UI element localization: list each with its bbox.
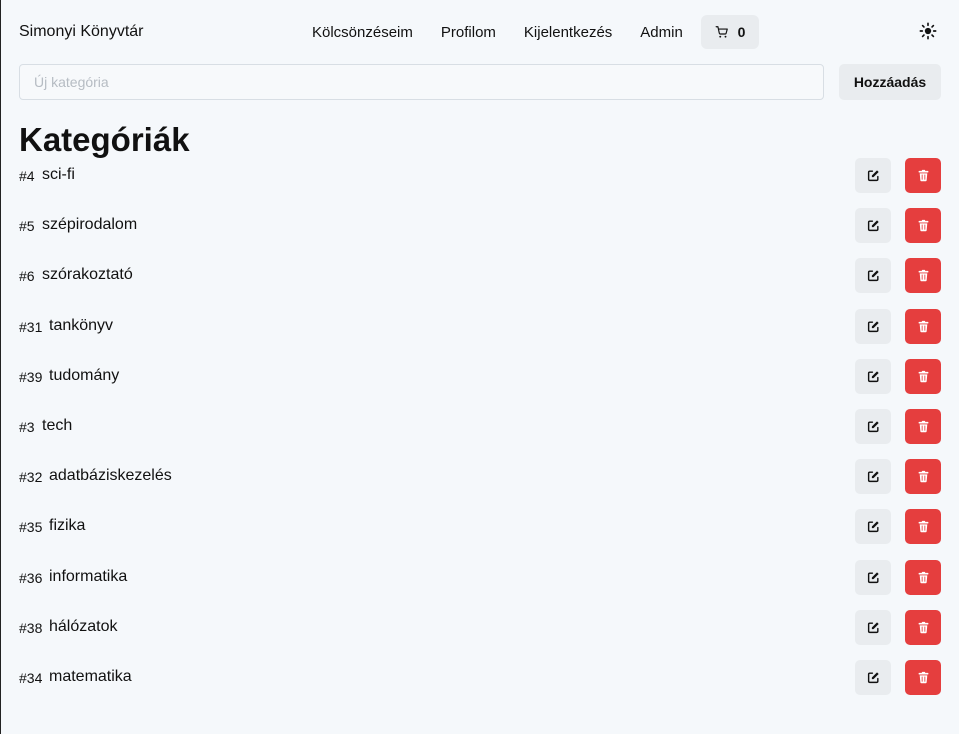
edit-icon [867, 471, 879, 483]
edit-category-button[interactable] [855, 609, 891, 645]
edit-category-button[interactable] [855, 308, 891, 344]
delete-category-button[interactable] [905, 459, 941, 495]
category-id: #35 [19, 519, 43, 536]
category-id: #5 [19, 218, 35, 235]
category-row: #5 szépirodalom [19, 208, 941, 244]
add-category-form: Hozzáadás [19, 64, 941, 100]
category-id: #39 [19, 368, 43, 385]
trash-icon [918, 571, 928, 583]
edit-icon [867, 220, 879, 232]
category-row: #32 adatbáziskezelés [19, 459, 941, 495]
delete-category-button[interactable] [905, 509, 941, 545]
edit-icon [867, 571, 879, 583]
category-name: informatika [49, 567, 128, 585]
trash-icon [918, 621, 928, 633]
nav-link-loans[interactable]: Kölcsönzéseim [312, 24, 413, 41]
trash-icon [918, 420, 928, 433]
edit-category-button[interactable] [855, 659, 891, 695]
main-navigation: Kölcsönzéseim Profilom Kijelentkezés Adm… [312, 0, 759, 64]
delete-category-button[interactable] [905, 609, 941, 645]
delete-category-button[interactable] [905, 258, 941, 294]
cart-count: 0 [737, 24, 746, 40]
category-row: #6 szórakoztató [19, 258, 941, 294]
shopping-cart-icon [715, 26, 728, 38]
category-row: #34 matematika [19, 659, 941, 696]
category-id: #6 [19, 268, 35, 285]
category-name: hálózatok [49, 617, 118, 635]
nav-link-profile[interactable]: Profilom [441, 24, 496, 41]
edit-icon [867, 371, 879, 382]
category-name: szórakoztató [42, 266, 133, 284]
trash-icon [918, 671, 928, 684]
category-id: #34 [19, 669, 43, 686]
delete-category-button[interactable] [905, 358, 941, 394]
delete-category-button[interactable] [905, 559, 941, 595]
category-name: sci-fi [42, 166, 75, 183]
category-name: tech [42, 416, 73, 434]
edit-icon [867, 270, 879, 282]
delete-category-button[interactable] [905, 158, 941, 193]
category-id: #3 [19, 418, 35, 435]
edit-category-button[interactable] [855, 258, 891, 294]
nav-link-admin[interactable]: Admin [640, 24, 683, 41]
category-row: #38 hálózatok [19, 609, 941, 646]
edit-category-button[interactable] [855, 158, 891, 193]
trash-icon [918, 521, 928, 533]
category-row: #36 informatika [19, 559, 941, 596]
category-id: #31 [19, 318, 43, 335]
edit-category-button[interactable] [855, 358, 891, 394]
edit-category-button[interactable] [855, 459, 891, 495]
edit-category-button[interactable] [855, 559, 891, 595]
trash-icon [918, 370, 928, 382]
add-category-button[interactable]: Hozzáadás [839, 64, 941, 100]
category-id: #38 [19, 619, 43, 636]
category-name: szépirodalom [42, 216, 138, 234]
edit-icon [867, 421, 879, 433]
nav-link-logout[interactable]: Kijelentkezés [524, 24, 612, 41]
category-name: adatbáziskezelés [49, 467, 172, 485]
edit-category-button[interactable] [855, 408, 891, 444]
edit-icon [867, 622, 879, 633]
trash-icon [918, 270, 928, 282]
category-name: matematika [49, 667, 132, 685]
delete-category-button[interactable] [905, 208, 941, 244]
page-title: Kategóriák [19, 121, 190, 158]
category-row: #3 tech [19, 408, 941, 445]
delete-category-button[interactable] [905, 308, 941, 344]
category-id: #32 [19, 469, 43, 486]
category-row: #35 fizika [19, 509, 941, 545]
category-name: fizika [49, 517, 86, 535]
trash-icon [918, 169, 928, 182]
category-row: #4 sci-fi [19, 158, 941, 194]
delete-category-button[interactable] [905, 659, 941, 695]
cart-button[interactable]: 0 [701, 15, 759, 49]
category-name: tankönyv [49, 316, 114, 334]
new-category-input[interactable] [19, 64, 824, 100]
trash-icon [918, 470, 928, 483]
sun-icon[interactable] [919, 22, 937, 40]
trash-icon [918, 220, 928, 232]
edit-icon [867, 170, 879, 182]
edit-category-button[interactable] [855, 509, 891, 545]
delete-category-button[interactable] [905, 408, 941, 444]
edit-icon [867, 672, 879, 683]
category-name: tudomány [49, 366, 120, 384]
edit-category-button[interactable] [855, 208, 891, 244]
category-row: #39 tudomány [19, 358, 941, 395]
category-row: #31 tankönyv [19, 308, 941, 345]
trash-icon [918, 320, 928, 332]
edit-icon [867, 320, 879, 332]
category-id: #4 [19, 168, 35, 184]
category-id: #36 [19, 569, 43, 586]
category-list: #4 sci-fi #5 szépirodalom #6 szórakoztató #31 t… [19, 158, 941, 710]
brand-title[interactable]: Simonyi Könyvtár [19, 23, 144, 41]
navbar: Simonyi Könyvtár Kölcsönzéseim Profilom … [1, 0, 959, 64]
edit-icon [867, 521, 879, 533]
